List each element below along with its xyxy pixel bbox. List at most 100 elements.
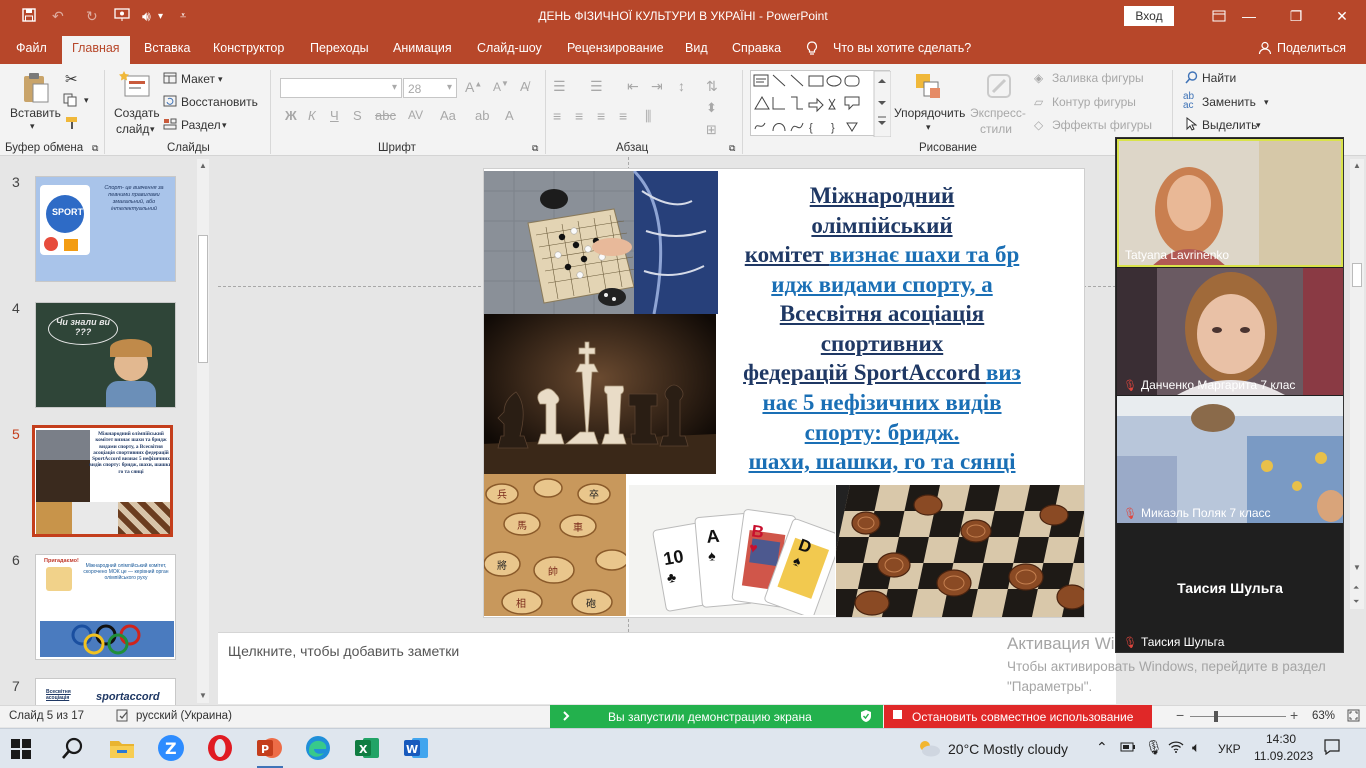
tell-me-input[interactable]: Что вы хотите сделать? bbox=[833, 41, 971, 55]
arrange-icon[interactable] bbox=[914, 72, 944, 105]
zoom-in-icon[interactable]: + bbox=[1290, 707, 1298, 723]
scrollbar-thumb[interactable] bbox=[1352, 263, 1362, 287]
align-center-icon[interactable]: ≡ bbox=[575, 108, 583, 124]
smartart-icon[interactable]: ⊞ bbox=[706, 122, 717, 138]
char-spacing-icon[interactable]: AV bbox=[408, 108, 423, 122]
format-painter-icon[interactable] bbox=[65, 116, 79, 133]
spellcheck-icon[interactable] bbox=[116, 709, 130, 725]
thumbnail-slide-3[interactable]: SPORT Спорт- це вивчення за певними прав… bbox=[35, 176, 176, 282]
tab-review[interactable]: Рецензирование bbox=[567, 41, 664, 55]
chevron-down-icon[interactable]: ▾ bbox=[1256, 120, 1261, 131]
weather-icon[interactable] bbox=[916, 738, 942, 761]
line-spacing-icon[interactable]: ↕ bbox=[678, 78, 685, 94]
bold-icon[interactable]: Ж bbox=[285, 108, 297, 123]
shrink-font-icon[interactable]: A▼ bbox=[493, 79, 509, 94]
layout-button[interactable]: Макет bbox=[181, 72, 215, 86]
chevron-down-icon[interactable]: ▾ bbox=[222, 120, 227, 131]
participant-tile[interactable]: Таисия Шульга 🎙︎ Таисия Шульга bbox=[1117, 524, 1343, 652]
shape-effects-icon[interactable]: ◇ bbox=[1034, 118, 1043, 132]
chevron-down-icon[interactable]: ▾ bbox=[150, 124, 155, 135]
signin-button[interactable]: Вход bbox=[1124, 6, 1174, 26]
screen-share-banner[interactable]: Вы запустили демонстрацию экрана bbox=[550, 705, 883, 729]
windows-start-icon[interactable] bbox=[10, 738, 40, 768]
shape-fill-button[interactable]: Заливка фигуры bbox=[1052, 71, 1144, 85]
language-indicator[interactable]: русский (Украина) bbox=[136, 710, 232, 722]
volume-icon[interactable]: 🔈︎ bbox=[1192, 739, 1200, 756]
slide-canvas[interactable]: 兵馬車帥相 卒將砲 10 ♣ A ♠ B ♥ D ♠ Міжнародний о… bbox=[483, 168, 1085, 618]
scrollbar-thumb[interactable] bbox=[198, 235, 208, 363]
font-color-icon[interactable]: A bbox=[505, 108, 514, 123]
close-icon[interactable]: ✕ bbox=[1319, 4, 1365, 28]
replace-icon[interactable]: ab ac bbox=[1183, 92, 1194, 111]
notes-pane[interactable]: Щелкните, чтобы добавить заметки bbox=[218, 632, 1116, 704]
align-text-icon[interactable]: ⬍ bbox=[706, 100, 717, 116]
shape-outline-button[interactable]: Контур фигуры bbox=[1052, 95, 1136, 109]
powerpoint-icon[interactable]: P bbox=[255, 734, 285, 768]
stop-share-button[interactable]: Остановить совместное использование bbox=[884, 705, 1152, 729]
excel-icon[interactable]: X bbox=[353, 734, 383, 764]
zoom-slider[interactable] bbox=[1190, 716, 1286, 717]
replace-button[interactable]: Заменить bbox=[1202, 95, 1256, 109]
columns-icon[interactable]: ⫼ bbox=[645, 108, 651, 125]
xiangqi-image[interactable]: 兵馬 車帥相 卒將砲 bbox=[484, 474, 629, 616]
reset-icon[interactable] bbox=[163, 95, 177, 110]
tab-animations[interactable]: Анимация bbox=[393, 41, 452, 55]
shape-effects-button[interactable]: Эффекты фигуры bbox=[1052, 118, 1152, 132]
dialog-launcher-icon[interactable]: ⧉ bbox=[729, 143, 735, 154]
zoom-slider-thumb[interactable] bbox=[1214, 711, 1218, 722]
paste-button[interactable]: Вставить bbox=[10, 106, 61, 120]
zoom-app-icon[interactable]: Z bbox=[157, 734, 187, 764]
battery-icon[interactable] bbox=[1120, 740, 1136, 756]
editor-scrollbar[interactable]: ▲ ▼ ⏶ ⏷ bbox=[1350, 159, 1364, 609]
chess-image[interactable] bbox=[484, 314, 716, 474]
grow-font-icon[interactable]: A▲ bbox=[465, 79, 482, 95]
section-icon[interactable] bbox=[163, 118, 177, 133]
thumbnail-slide-5[interactable]: Міжнародний олімпійський комітет визнає … bbox=[32, 425, 173, 537]
quick-styles-icon[interactable] bbox=[985, 72, 1015, 105]
tab-design[interactable]: Конструктор bbox=[213, 41, 284, 55]
align-left-icon[interactable]: ≡ bbox=[553, 108, 561, 124]
chevron-down-icon[interactable]: ▾ bbox=[926, 122, 931, 133]
tab-home[interactable]: Главная bbox=[62, 36, 130, 64]
chevron-down-icon[interactable]: ▾ bbox=[30, 121, 35, 132]
notifications-icon[interactable] bbox=[1324, 739, 1340, 758]
fit-slide-icon[interactable] bbox=[1347, 709, 1360, 725]
tab-transitions[interactable]: Переходы bbox=[310, 41, 369, 55]
thumbnail-slide-4[interactable]: Чи знали ви ??? bbox=[35, 302, 176, 408]
thumbnail-slide-7[interactable]: Всесвітня асоціація sportaccord bbox=[35, 678, 176, 708]
reset-button[interactable]: Восстановить bbox=[181, 95, 258, 109]
tab-insert[interactable]: Вставка bbox=[144, 41, 190, 55]
find-icon[interactable] bbox=[1185, 71, 1198, 87]
chevron-down-icon[interactable]: ▾ bbox=[84, 95, 89, 106]
arrange-button[interactable]: Упорядочить bbox=[894, 106, 965, 120]
input-language[interactable]: УКР bbox=[1218, 742, 1241, 756]
wifi-icon[interactable] bbox=[1168, 740, 1184, 756]
clock-date[interactable]: 11.09.2023 bbox=[1254, 749, 1313, 763]
new-slide-button[interactable]: Создать bbox=[114, 106, 160, 120]
edge-icon[interactable] bbox=[304, 734, 334, 764]
go-game-image[interactable] bbox=[484, 169, 718, 315]
underline-icon[interactable]: Ч bbox=[330, 108, 339, 123]
decrease-indent-icon[interactable]: ⇤ bbox=[627, 78, 639, 95]
tab-view[interactable]: Вид bbox=[685, 41, 708, 55]
bullets-icon[interactable]: ☰ bbox=[553, 78, 566, 95]
zoom-out-icon[interactable]: − bbox=[1176, 707, 1184, 723]
quick-styles-button[interactable]: Экспресс- bbox=[970, 106, 1026, 120]
tab-slideshow[interactable]: Слайд-шоу bbox=[477, 41, 542, 55]
italic-icon[interactable]: К bbox=[308, 108, 316, 123]
shadow-icon[interactable]: S bbox=[353, 108, 362, 123]
section-button[interactable]: Раздел bbox=[181, 118, 221, 132]
file-explorer-icon[interactable] bbox=[108, 734, 138, 764]
microphone-icon[interactable]: 🎙︎ bbox=[1145, 739, 1163, 756]
justify-icon[interactable]: ≡ bbox=[619, 108, 627, 124]
shapes-gallery[interactable]: {} bbox=[750, 70, 892, 138]
share-button[interactable]: Поделиться bbox=[1277, 41, 1346, 55]
tab-help[interactable]: Справка bbox=[732, 41, 781, 55]
tab-file[interactable]: Файл bbox=[16, 41, 47, 55]
font-name-select[interactable]: ▾ bbox=[280, 78, 402, 98]
layout-icon[interactable] bbox=[163, 72, 177, 87]
new-slide-label[interactable]: слайд bbox=[116, 122, 149, 136]
participant-tile[interactable]: 🎙︎ Данченко Маргарита 7 клас bbox=[1117, 268, 1343, 395]
clock-time[interactable]: 14:30 bbox=[1266, 732, 1296, 746]
paste-icon[interactable] bbox=[22, 72, 50, 107]
